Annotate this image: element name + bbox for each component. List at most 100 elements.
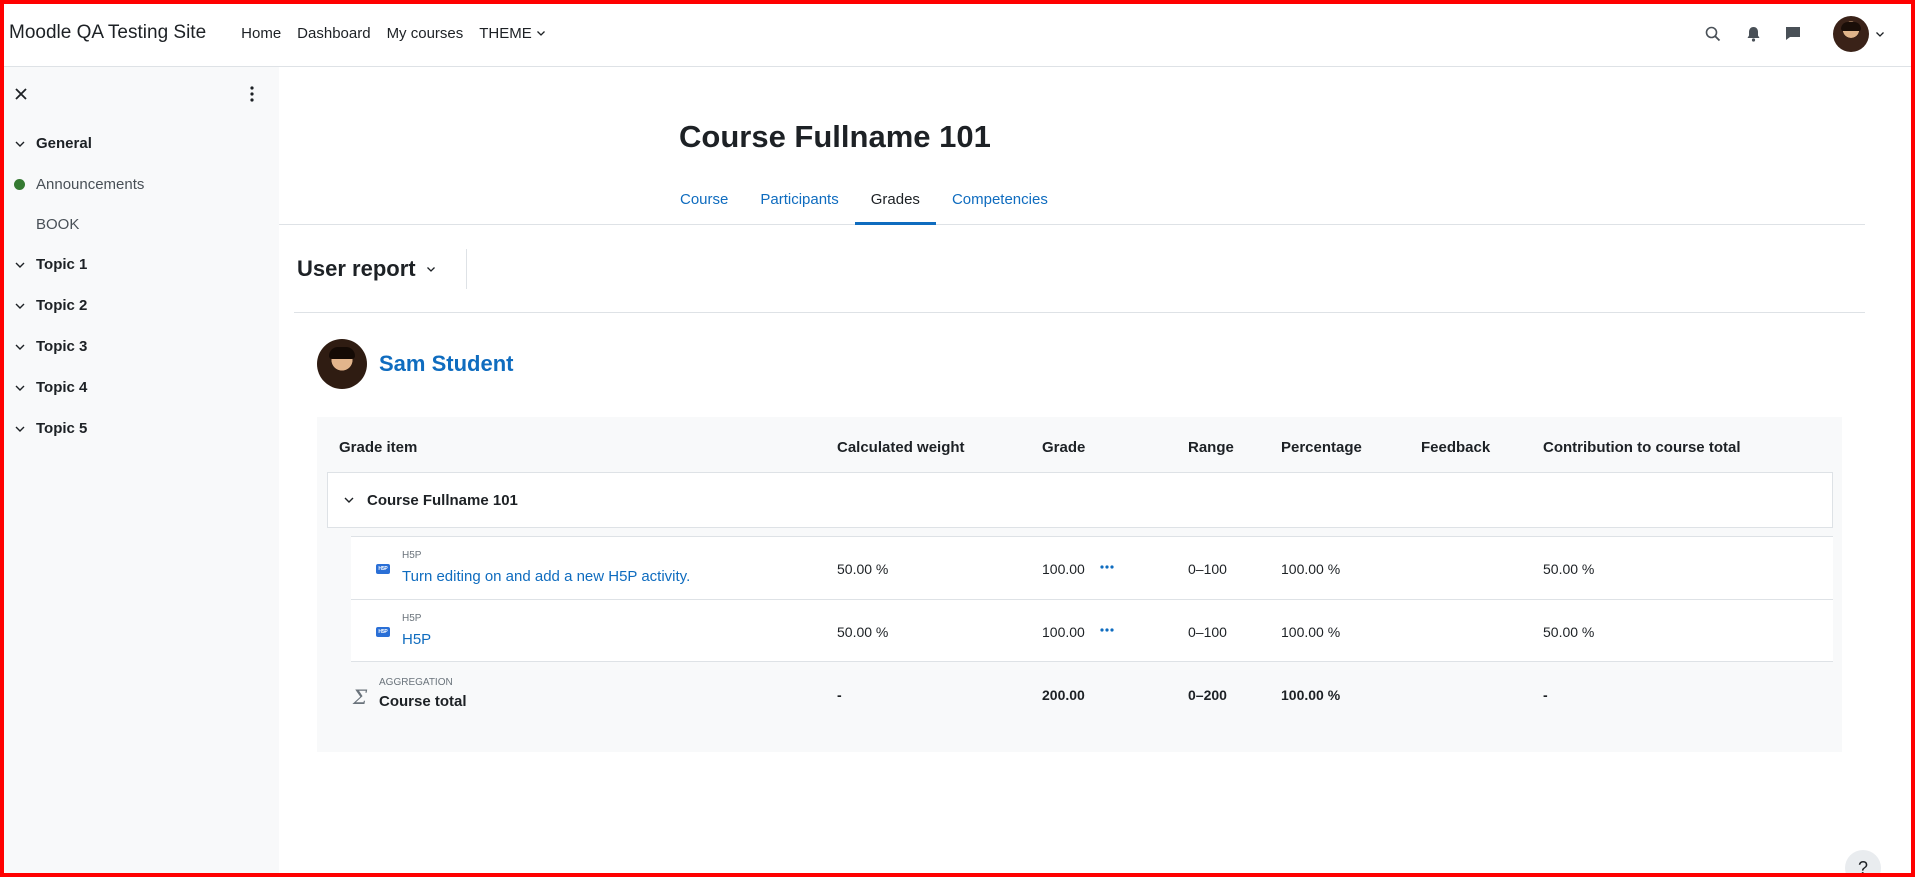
course-index-section-topic-5[interactable]: Topic 5 xyxy=(0,408,279,449)
table-row: H5P H5P Turn editing on and add a new H5… xyxy=(351,536,1833,599)
completion-status-icon xyxy=(14,178,25,190)
tab-grades[interactable]: Grades xyxy=(854,176,936,225)
column-header-range: Range xyxy=(1188,439,1234,456)
grade-value: 100.00 xyxy=(1042,624,1085,640)
grade-value: 200.00 xyxy=(1042,687,1085,703)
site-name[interactable]: Moodle QA Testing Site xyxy=(9,22,206,44)
calculated-weight: 50.00 % xyxy=(837,624,889,640)
course-index-activity-book[interactable]: BOOK xyxy=(0,204,279,244)
category-name: Course Fullname 101 xyxy=(367,491,518,509)
contribution-to-total: 50.00 % xyxy=(1543,561,1595,577)
chevron-down-icon[interactable] xyxy=(14,382,26,394)
nav-theme-label: THEME xyxy=(479,24,532,42)
chevron-down-icon[interactable] xyxy=(14,300,26,312)
course-total-row: Σ AGGREGATION Course total - 200.00 0–20… xyxy=(351,663,1833,723)
column-header-percentage: Percentage xyxy=(1281,439,1362,456)
more-actions-icon[interactable] xyxy=(1099,560,1115,574)
nav-home[interactable]: Home xyxy=(238,25,289,42)
notification-bell-icon[interactable] xyxy=(1743,24,1763,44)
course-index-section-topic-4[interactable]: Topic 4 xyxy=(0,367,279,408)
aggregation-label: AGGREGATION xyxy=(379,677,453,688)
section-label: Topic 4 xyxy=(36,379,88,396)
activity-label: BOOK xyxy=(36,215,80,233)
tab-competencies[interactable]: Competencies xyxy=(936,176,1064,222)
h5p-icon: H5P xyxy=(376,627,390,637)
item-module-type: H5P xyxy=(402,550,422,561)
section-label: Topic 1 xyxy=(36,256,88,273)
course-index-drawer: General Announcements BOOK Topic 1 Topic… xyxy=(0,67,279,877)
chevron-down-icon xyxy=(1876,31,1884,37)
user-name-link[interactable]: Sam Student xyxy=(379,351,513,377)
table-row: H5P H5P H5P 50.00 % 100.00 0–100 100.00 … xyxy=(351,599,1833,662)
column-header-grade: Grade xyxy=(1042,439,1086,456)
column-header-feedback: Feedback xyxy=(1421,439,1491,456)
kebab-menu-icon[interactable] xyxy=(248,85,256,103)
more-actions-icon[interactable] xyxy=(1099,623,1115,637)
course-index-section-topic-2[interactable]: Topic 2 xyxy=(0,285,279,326)
chevron-down-icon xyxy=(426,267,435,272)
course-index-activity-announcements[interactable]: Announcements xyxy=(0,164,279,204)
avatar xyxy=(1833,15,1869,52)
grade-percentage: 100.00 % xyxy=(1281,561,1341,577)
nav-theme[interactable]: THEME xyxy=(471,25,554,42)
chevron-down-icon xyxy=(536,31,545,36)
grade-range: 0–100 xyxy=(1188,624,1227,640)
contribution-to-total: - xyxy=(1543,687,1548,703)
chevron-down-icon[interactable] xyxy=(14,138,26,150)
page-title: Course Fullname 101 xyxy=(679,119,991,154)
completion-status-icon xyxy=(14,219,25,230)
tab-course[interactable]: Course xyxy=(664,176,744,222)
calculated-weight: 50.00 % xyxy=(837,561,889,577)
grade-range: 0–200 xyxy=(1188,687,1227,703)
search-icon[interactable] xyxy=(1703,24,1723,44)
category-row[interactable]: Course Fullname 101 xyxy=(327,472,1833,528)
item-module-type: H5P xyxy=(402,613,422,624)
grade-value: 100.00 xyxy=(1042,561,1085,577)
main-content: Course Fullname 101 Course Participants … xyxy=(279,67,1915,877)
navbar-actions xyxy=(1703,0,1885,67)
activity-label: Announcements xyxy=(36,175,145,193)
tab-participants[interactable]: Participants xyxy=(744,176,854,222)
grade-range: 0–100 xyxy=(1188,561,1227,577)
course-total-label: Course total xyxy=(379,693,467,710)
calculated-weight: - xyxy=(837,687,842,703)
close-icon[interactable] xyxy=(14,87,28,101)
report-selector-label: User report xyxy=(297,256,416,281)
column-header-contribution: Contribution to course total xyxy=(1543,439,1741,456)
nav-dashboard[interactable]: Dashboard xyxy=(289,25,378,42)
section-label: Topic 2 xyxy=(36,297,88,314)
drawer-header xyxy=(0,67,279,123)
h5p-icon: H5P xyxy=(376,564,390,574)
course-index-section-general[interactable]: General xyxy=(0,123,279,164)
grade-percentage: 100.00 % xyxy=(1281,687,1341,703)
user-menu[interactable] xyxy=(1833,15,1885,52)
user-grade-report-table: Grade item Calculated weight Grade Range… xyxy=(317,417,1842,752)
chevron-down-icon[interactable] xyxy=(14,259,26,271)
course-index-section-topic-3[interactable]: Topic 3 xyxy=(0,326,279,367)
contribution-to-total: 50.00 % xyxy=(1543,624,1595,640)
grade-item-link[interactable]: Turn editing on and add a new H5P activi… xyxy=(402,568,690,585)
nav-my-courses[interactable]: My courses xyxy=(379,25,472,42)
column-header-grade-item: Grade item xyxy=(339,439,418,456)
course-index-section-topic-1[interactable]: Topic 1 xyxy=(0,244,279,285)
top-navbar: Moodle QA Testing Site Home Dashboard My… xyxy=(0,0,1915,67)
grade-percentage: 100.00 % xyxy=(1281,624,1341,640)
sigma-icon: Σ xyxy=(353,685,368,709)
chevron-down-icon[interactable] xyxy=(343,494,355,506)
section-label: Topic 5 xyxy=(36,420,88,437)
section-label: Topic 3 xyxy=(36,338,88,355)
column-header-calculated-weight: Calculated weight xyxy=(837,439,965,456)
primary-navigation: Home Dashboard My courses THEME xyxy=(238,25,554,42)
grade-item-link[interactable]: H5P xyxy=(402,631,431,648)
chevron-down-icon[interactable] xyxy=(14,423,26,435)
chevron-down-icon[interactable] xyxy=(14,341,26,353)
course-index: General Announcements BOOK Topic 1 Topic… xyxy=(0,123,279,449)
user-heading: Sam Student xyxy=(317,339,513,389)
secondary-navigation: Course Participants Grades Competencies xyxy=(279,176,1865,225)
report-selector[interactable]: User report xyxy=(297,249,467,289)
messages-icon[interactable] xyxy=(1783,24,1803,44)
section-label: General xyxy=(36,135,92,152)
table-header: Grade item Calculated weight Grade Range… xyxy=(317,417,1842,472)
avatar[interactable] xyxy=(317,339,367,389)
report-action-bar: User report xyxy=(294,225,1865,313)
